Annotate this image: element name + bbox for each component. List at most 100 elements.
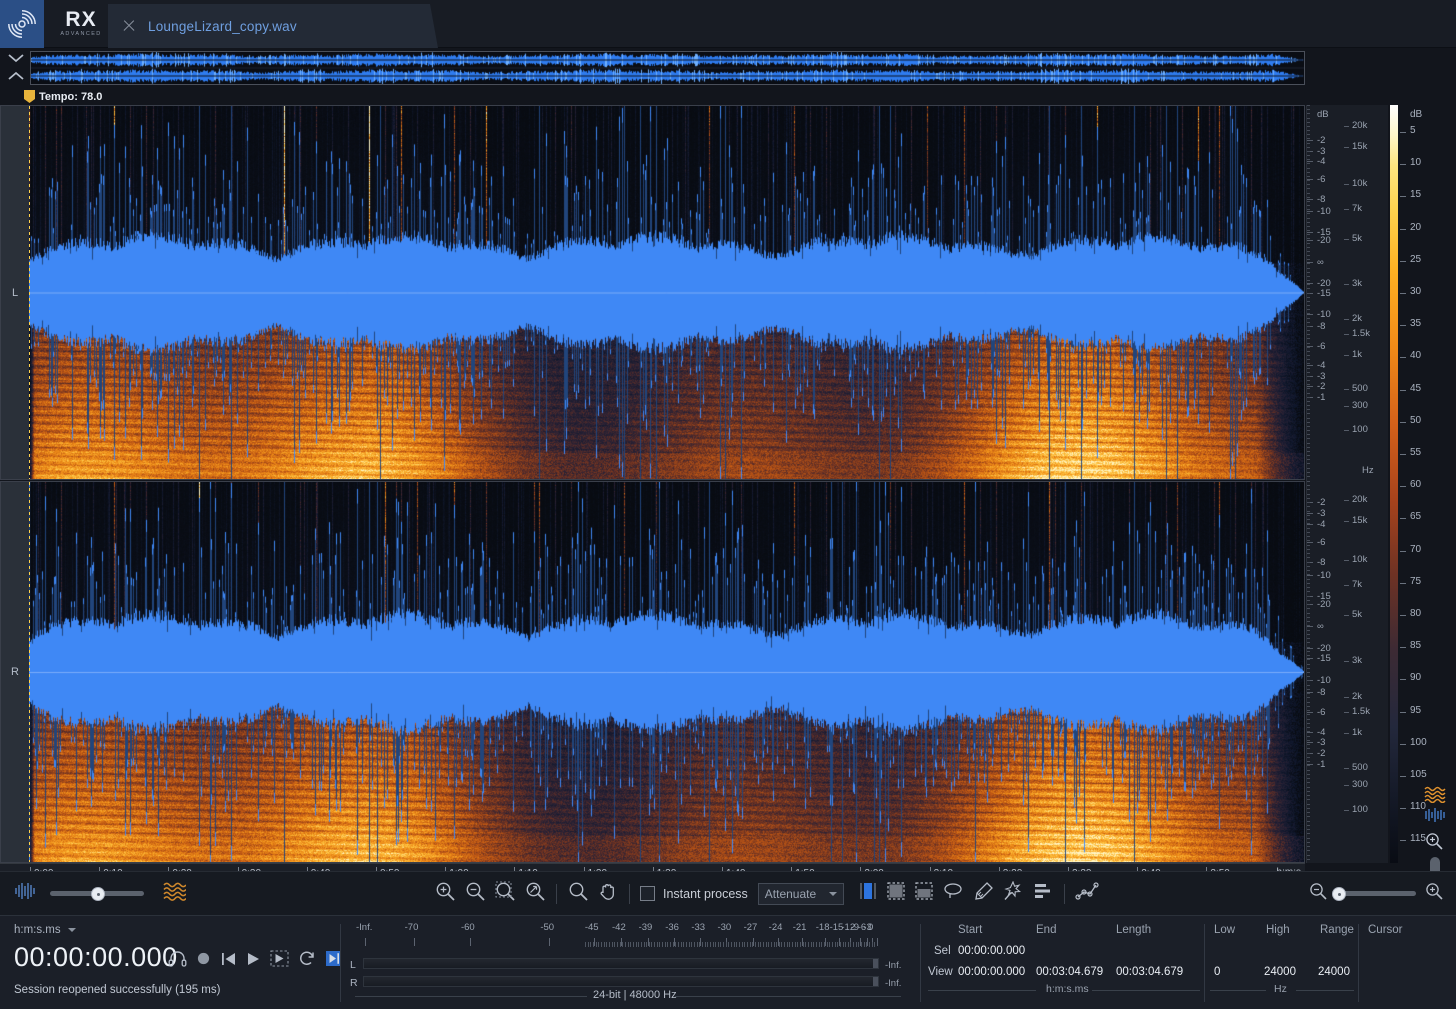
waveform-amplitude-icon[interactable] — [14, 882, 36, 905]
playhead-right[interactable] — [29, 482, 30, 862]
rx-logo-button[interactable] — [0, 0, 44, 48]
hand-tool-icon[interactable] — [597, 880, 619, 907]
amplitude-minor-tick — [1307, 859, 1310, 860]
channel-label-right: R — [1, 482, 29, 862]
amplitude-minor-tick — [1307, 528, 1310, 529]
play-selection-icon[interactable] — [270, 950, 289, 972]
meter-minor-tick — [633, 942, 634, 947]
amplitude-minor-tick — [1307, 326, 1310, 327]
amplitude-minor-tick — [1307, 570, 1310, 571]
harmonic-selection-tool-icon[interactable] — [1032, 881, 1054, 906]
meter-minor-tick — [758, 942, 759, 947]
close-icon[interactable] — [122, 19, 136, 33]
chevron-down-icon[interactable] — [7, 50, 25, 68]
chevron-up-icon[interactable] — [7, 68, 25, 86]
amplitude-minor-tick — [1307, 685, 1310, 686]
meter-minor-tick — [869, 942, 870, 947]
lasso-selection-tool-icon[interactable] — [942, 881, 964, 906]
amplitude-minor-tick — [1307, 621, 1310, 622]
freq-low-value[interactable]: 0 — [1214, 966, 1220, 978]
time-format-selector[interactable]: h:m:s.ms — [14, 924, 76, 936]
sel-start-value[interactable]: 00:00:00.000 — [958, 945, 1025, 957]
frequency-tick — [1344, 319, 1349, 320]
amplitude-minor-tick — [1307, 821, 1310, 822]
colorbar-tick — [1400, 486, 1406, 487]
time-selection-tool-icon[interactable] — [858, 881, 878, 906]
amplitude-tick — [1307, 742, 1313, 743]
playhead-time-display[interactable]: 00:00:00.000 — [14, 942, 178, 973]
play-icon[interactable] — [246, 951, 261, 972]
spectrogram-opacity-icon[interactable] — [162, 881, 186, 906]
zoom-fit-icon[interactable] — [524, 880, 546, 907]
view-start-value[interactable]: 00:00:00.000 — [958, 966, 1025, 978]
skip-to-start-icon[interactable] — [220, 951, 237, 972]
amplitude-minor-tick — [1307, 318, 1310, 319]
amplitude-minor-tick — [1307, 791, 1310, 792]
amplitude-tick-label: -1 — [1317, 392, 1325, 403]
playhead-left[interactable] — [29, 106, 30, 479]
overview-waveform[interactable] — [30, 51, 1305, 85]
freq-range-value[interactable]: 24000 — [1318, 966, 1350, 978]
zoom-in-icon[interactable] — [434, 880, 456, 907]
amplitude-minor-tick — [1307, 468, 1310, 469]
amplitude-minor-tick — [1307, 697, 1310, 698]
freq-high-value[interactable]: 24000 — [1264, 966, 1296, 978]
meter-minor-tick — [811, 942, 812, 947]
document-tab[interactable]: LoungeLizard_copy.wav — [108, 4, 438, 48]
rectangular-selection-tool-icon[interactable] — [886, 881, 906, 906]
spectrogram-toggle-button[interactable] — [1424, 785, 1452, 808]
channel-lane-left[interactable]: L — [0, 105, 1305, 480]
amplitude-minor-tick — [1307, 376, 1310, 377]
process-mode-select[interactable]: Attenuate — [758, 883, 844, 905]
amplitude-minor-tick — [1307, 668, 1310, 669]
spectrogram-colorbar[interactable] — [1390, 105, 1400, 863]
zoom-out-icon[interactable] — [464, 880, 486, 907]
amplitude-minor-tick — [1307, 736, 1310, 737]
magic-wand-tool-icon[interactable] — [1002, 881, 1024, 906]
channel-lane-right[interactable]: R — [0, 481, 1305, 863]
amplitude-minor-tick — [1307, 719, 1310, 720]
magnifier-tool-icon[interactable] — [567, 880, 589, 907]
brush-selection-tool-icon[interactable] — [972, 881, 994, 906]
frequency-tick-label: 15k — [1352, 141, 1367, 152]
frequency-tick — [1344, 697, 1349, 698]
tempo-marker[interactable]: Tempo: 78.0 — [24, 88, 102, 105]
horizontal-zoom-knob[interactable] — [1332, 887, 1346, 901]
channel-display-right[interactable] — [29, 482, 1304, 862]
magnifier-plus-icon[interactable] — [1424, 831, 1452, 856]
meter-minor-tick — [686, 942, 687, 947]
loop-icon[interactable] — [298, 950, 316, 972]
record-icon[interactable] — [196, 951, 211, 971]
amplitude-minor-tick — [1307, 201, 1310, 202]
frequency-tick-label: 15k — [1352, 515, 1367, 526]
amplitude-minor-tick — [1307, 812, 1310, 813]
brand-edition: ADVANCED — [60, 30, 101, 38]
channel-display-left[interactable] — [29, 106, 1304, 479]
opacity-slider-knob[interactable] — [91, 887, 105, 901]
gain-envelope-tool-icon[interactable] — [1075, 881, 1099, 906]
amplitude-minor-tick — [1307, 372, 1310, 373]
meter-minor-tick — [593, 942, 594, 947]
level-meter-left[interactable] — [363, 958, 879, 969]
instant-process-checkbox[interactable] — [640, 886, 655, 901]
frequency-selection-tool-icon[interactable] — [914, 881, 934, 906]
zoom-to-selection-icon[interactable] — [494, 880, 516, 907]
frequency-tick — [1344, 785, 1349, 786]
view-end-value[interactable]: 00:03:04.679 — [1036, 966, 1103, 978]
meter-minor-tick — [590, 942, 591, 947]
tempo-flag-icon — [24, 90, 35, 103]
headphones-icon[interactable] — [168, 950, 187, 972]
horizontal-zoom-in-icon[interactable] — [1424, 881, 1444, 906]
horizontal-zoom-slider[interactable] — [1336, 891, 1416, 896]
level-meter-right[interactable] — [363, 976, 879, 987]
waveform-toggle-button[interactable] — [1424, 807, 1452, 828]
frequency-ruler: 20k15k10k7k5k3k2k1.5k1k50030010020k15k10… — [1344, 105, 1388, 863]
horizontal-zoom-out-icon[interactable] — [1308, 881, 1328, 906]
meter-minor-tick — [835, 942, 836, 947]
amplitude-minor-tick — [1307, 368, 1310, 369]
spectrogram-opacity-slider[interactable] — [50, 891, 144, 896]
colorbar-tick-label: 45 — [1410, 383, 1421, 394]
meter-minor-tick — [651, 942, 652, 947]
amplitude-minor-tick — [1307, 205, 1310, 206]
view-length-value[interactable]: 00:03:04.679 — [1116, 966, 1183, 978]
